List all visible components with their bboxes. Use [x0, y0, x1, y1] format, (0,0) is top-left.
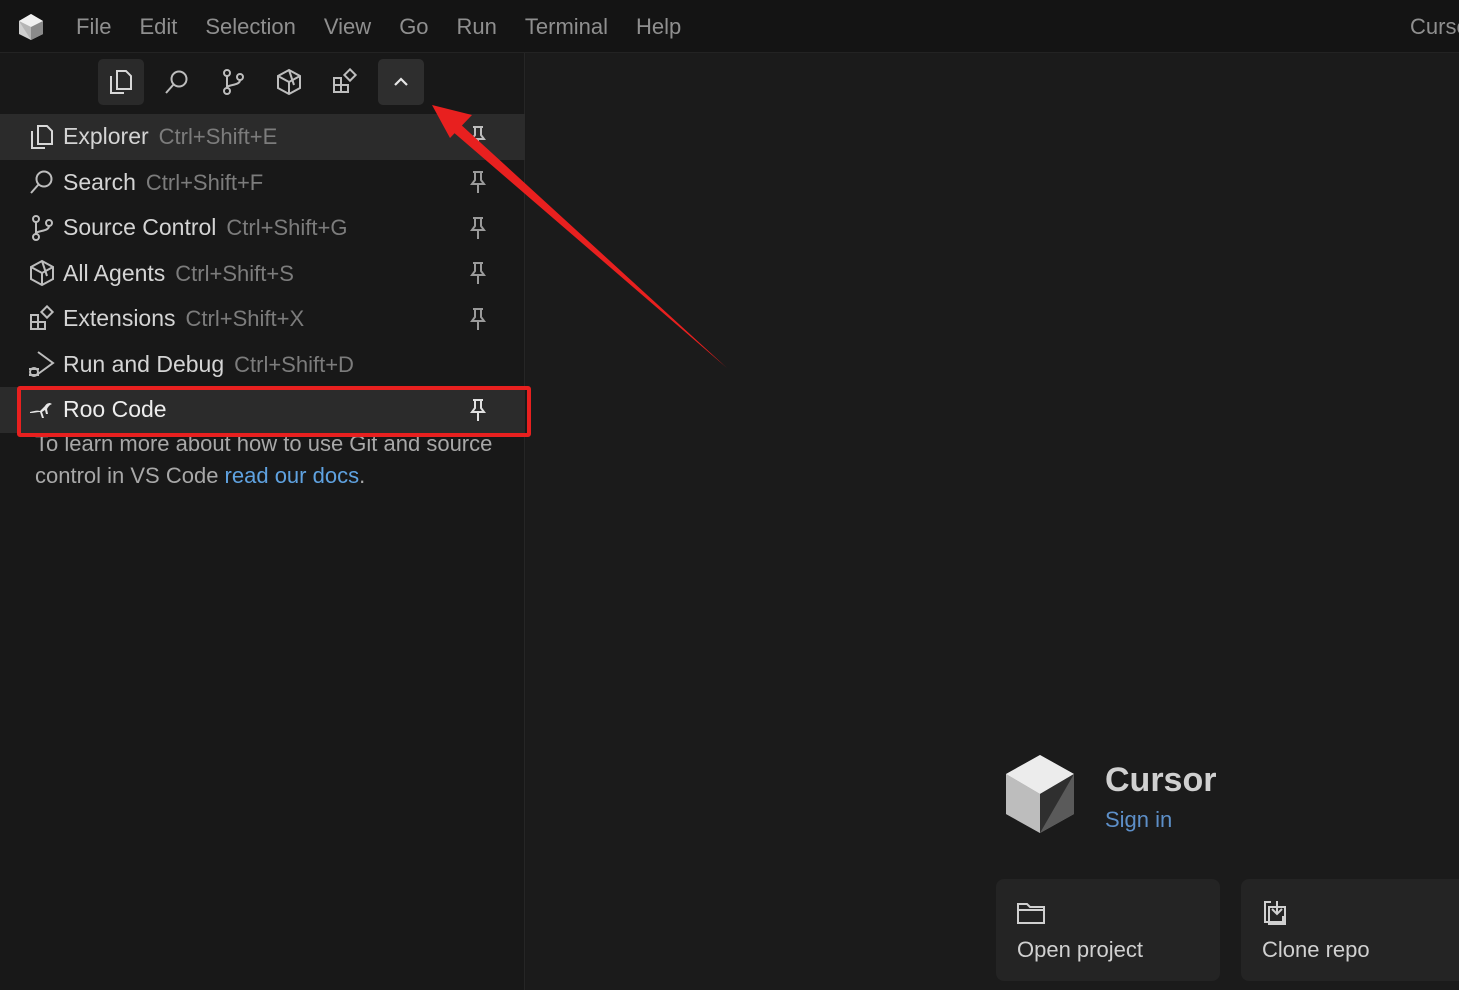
menu-selection[interactable]: Selection [191, 0, 310, 53]
cursor-logo-icon [1006, 755, 1074, 833]
docs-link[interactable]: read our docs [225, 463, 360, 488]
sidebar: Explorer Ctrl+Shift+E Search Ctrl+Shift+F … [0, 53, 525, 990]
search-icon [165, 70, 188, 94]
pin-icon[interactable] [467, 307, 489, 331]
run-debug-icon [29, 351, 55, 378]
view-label: All Agents [63, 259, 166, 286]
menu-file[interactable]: File [62, 0, 125, 53]
view-item-extensions[interactable]: Extensions Ctrl+Shift+X [0, 296, 525, 342]
files-icon [110, 70, 132, 94]
view-shortcut: Ctrl+Shift+F [145, 169, 264, 195]
view-shortcut: Ctrl+Shift+X [185, 306, 305, 332]
files-icon [31, 124, 53, 149]
tab-source-control[interactable] [210, 59, 256, 105]
source-control-icon [223, 69, 244, 95]
open-project-button[interactable]: Open project [996, 879, 1220, 981]
tab-collapse[interactable] [378, 59, 424, 105]
view-label: Search [63, 168, 136, 195]
pin-icon[interactable] [467, 261, 489, 285]
tab-search[interactable] [154, 59, 200, 105]
menu-edit[interactable]: Edit [125, 0, 191, 53]
view-shortcut: Ctrl+Shift+G [226, 215, 348, 241]
menu-go[interactable]: Go [385, 0, 442, 53]
pin-icon[interactable] [467, 125, 489, 149]
window-title: Cursor [1410, 14, 1459, 39]
view-label: Source Control [63, 214, 217, 241]
extensions-icon [333, 68, 358, 93]
folder-icon [1017, 903, 1045, 924]
clone-repo-label: Clone repo [1262, 937, 1370, 962]
view-label: Extensions [63, 305, 176, 332]
editor-area: Cursor Sign in Open project Clone repo [526, 53, 1459, 990]
brand-name: Cursor [1105, 761, 1217, 799]
cube-icon [277, 68, 301, 96]
view-item-explorer[interactable]: Explorer Ctrl+Shift+E [0, 114, 525, 160]
tab-explorer[interactable] [98, 59, 144, 105]
view-shortcut: Ctrl+Shift+D [234, 351, 354, 377]
activity-tabs [0, 53, 525, 113]
open-project-label: Open project [1017, 937, 1143, 962]
source-control-icon [32, 214, 53, 241]
view-item-run-debug[interactable]: Run and Debug Ctrl+Shift+D [0, 342, 525, 388]
view-label: Run and Debug [63, 350, 225, 377]
cursor-logo-icon[interactable] [18, 13, 44, 41]
extensions-icon [30, 304, 55, 330]
view-item-search[interactable]: Search Ctrl+Shift+F [0, 160, 525, 206]
title-bar: File Edit Selection View Go Run Terminal… [0, 0, 1459, 53]
menu-bar: File Edit Selection View Go Run Terminal… [62, 0, 695, 53]
pin-icon[interactable] [467, 216, 489, 240]
view-item-source-control[interactable]: Source Control Ctrl+Shift+G [0, 205, 525, 251]
view-shortcut: Ctrl+Shift+E [158, 124, 278, 150]
pin-icon[interactable] [467, 170, 489, 194]
cube-icon [30, 260, 54, 287]
clone-repo-button[interactable]: Clone repo [1241, 879, 1459, 981]
tab-agents[interactable] [266, 59, 312, 105]
menu-view[interactable]: View [310, 0, 385, 53]
views-dropdown: Explorer Ctrl+Shift+E Search Ctrl+Shift+F … [0, 114, 525, 433]
chevron-up-icon [394, 77, 408, 86]
view-item-all-agents[interactable]: All Agents Ctrl+Shift+S [0, 251, 525, 297]
menu-help[interactable]: Help [622, 0, 695, 53]
sign-in-link[interactable]: Sign in [1105, 807, 1172, 833]
search-icon [30, 170, 53, 194]
menu-terminal[interactable]: Terminal [511, 0, 622, 53]
source-control-docs-text: To learn more about how to use Git and s… [35, 428, 505, 492]
docs-end: . [359, 463, 366, 488]
menu-run[interactable]: Run [443, 0, 511, 53]
annotation-highlight-box [17, 386, 531, 437]
view-shortcut: Ctrl+Shift+S [175, 260, 294, 286]
clone-icon [1264, 901, 1286, 925]
view-label: Explorer [63, 123, 149, 150]
tab-extensions[interactable] [322, 59, 368, 105]
